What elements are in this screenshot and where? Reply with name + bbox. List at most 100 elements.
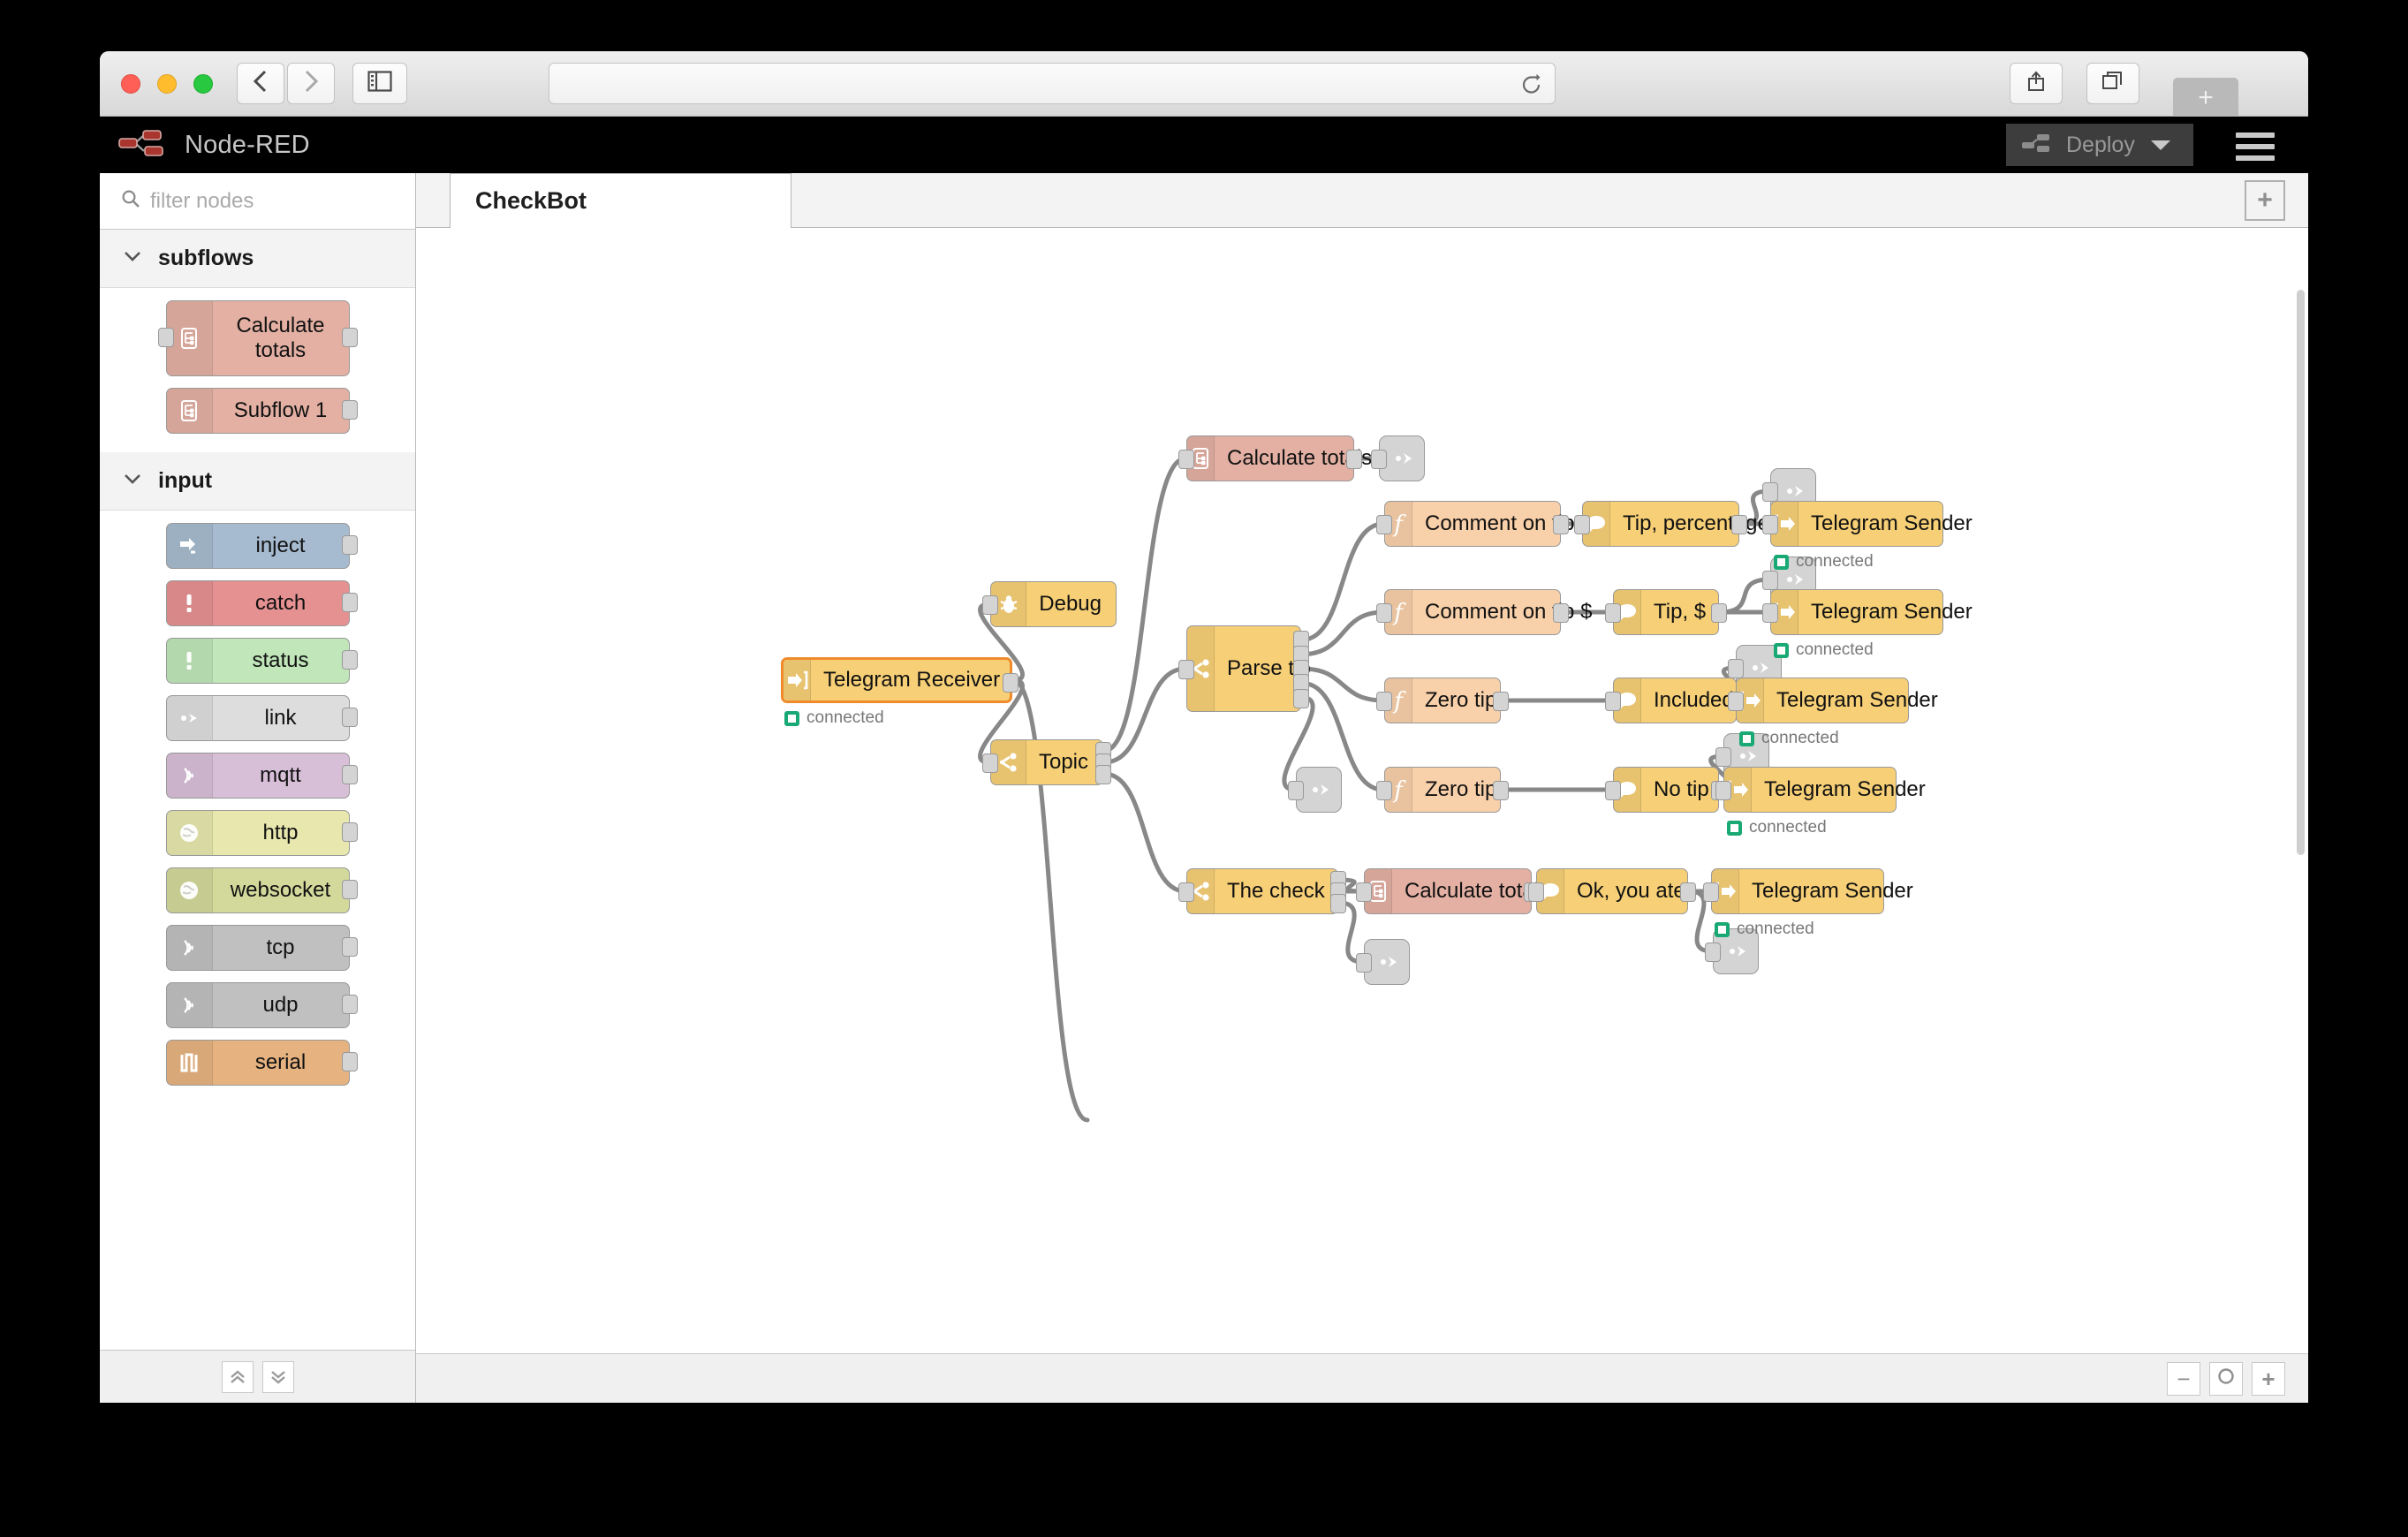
flow-node-parse-tip[interactable]: Parse tip bbox=[1178, 625, 1311, 712]
node-input-port[interactable] bbox=[1762, 571, 1778, 590]
node-output-port-0[interactable] bbox=[1003, 673, 1018, 693]
node-output-port-0[interactable] bbox=[1553, 603, 1569, 623]
maximize-window-button[interactable] bbox=[193, 74, 213, 94]
palette-node-calculate-totals[interactable]: Calculate totals bbox=[157, 300, 358, 376]
node-input-port[interactable] bbox=[1376, 603, 1392, 623]
browser-new-tab-button[interactable]: + bbox=[2173, 78, 2238, 117]
node-input-port[interactable] bbox=[1178, 660, 1194, 679]
palette-node-tcp[interactable]: tcp bbox=[165, 925, 358, 971]
zoom-in-button[interactable]: + bbox=[2252, 1361, 2285, 1396]
close-window-button[interactable] bbox=[121, 74, 140, 94]
flow-node-zero-tip-2[interactable]: f Zero tip bbox=[1376, 767, 1509, 813]
browser-sidebar-button[interactable] bbox=[352, 63, 407, 104]
palette-node-udp[interactable]: udp bbox=[165, 982, 358, 1028]
node-input-port[interactable] bbox=[1356, 882, 1372, 902]
flow-node-debug[interactable]: Debug bbox=[982, 581, 1117, 627]
node-output-port-2[interactable] bbox=[1330, 894, 1346, 913]
node-output-port[interactable] bbox=[341, 535, 358, 555]
node-input-port[interactable] bbox=[1574, 515, 1590, 534]
node-input-port[interactable] bbox=[1728, 692, 1744, 711]
node-input-port[interactable] bbox=[1715, 747, 1731, 767]
node-input-port[interactable] bbox=[1528, 882, 1544, 902]
node-output-port[interactable] bbox=[341, 400, 358, 420]
palette-category-subflows[interactable]: subflows bbox=[100, 230, 415, 288]
search-input-placeholder[interactable]: filter nodes bbox=[150, 189, 254, 214]
flow-node-no-tip[interactable]: No tip bbox=[1605, 767, 1727, 813]
palette-node-status[interactable]: status bbox=[165, 638, 358, 684]
node-input-port[interactable] bbox=[1605, 603, 1621, 623]
tab-checkbot[interactable]: CheckBot bbox=[450, 173, 791, 228]
flow-node-link-out-check[interactable] bbox=[1356, 939, 1410, 985]
palette-node-mqtt[interactable]: mqtt bbox=[165, 753, 358, 799]
flow-node-comment-on-tip-pct[interactable]: f Comment on tip % bbox=[1376, 501, 1599, 547]
node-input-port[interactable] bbox=[1371, 450, 1387, 469]
node-output-port-0[interactable] bbox=[1553, 515, 1569, 534]
node-input-port[interactable] bbox=[982, 595, 998, 615]
expand-all-button[interactable] bbox=[261, 1360, 294, 1393]
node-input-port[interactable] bbox=[1762, 603, 1778, 623]
hamburger-menu-icon[interactable] bbox=[2236, 132, 2275, 167]
flow-node-telegram-sender-3[interactable]: Telegram Sender bbox=[1728, 678, 1938, 723]
node-output-port[interactable] bbox=[341, 650, 358, 670]
palette-node-http[interactable]: http bbox=[165, 810, 358, 856]
node-output-port[interactable] bbox=[341, 593, 358, 612]
node-output-port-4[interactable] bbox=[1293, 688, 1309, 708]
flow-node-link-out-top[interactable] bbox=[1371, 435, 1425, 481]
node-output-port[interactable] bbox=[341, 880, 358, 899]
flow-node-tip-dollar[interactable]: Tip, $ bbox=[1605, 589, 1727, 635]
node-input-port[interactable] bbox=[1703, 882, 1719, 902]
flow-node-ok-you-ate[interactable]: Ok, you ate! bbox=[1528, 868, 1696, 914]
node-input-port[interactable] bbox=[1288, 781, 1304, 800]
node-output-port-0[interactable] bbox=[1680, 882, 1696, 902]
collapse-all-button[interactable] bbox=[221, 1360, 254, 1393]
flow-node-telegram-sender-4[interactable]: Telegram Sender bbox=[1715, 767, 1926, 813]
node-output-port[interactable] bbox=[341, 937, 358, 957]
node-input-port[interactable] bbox=[1356, 953, 1372, 973]
node-output-port[interactable] bbox=[341, 328, 358, 347]
node-input-port[interactable] bbox=[1762, 515, 1778, 534]
flow-node-the-check-is[interactable]: The check is bbox=[1178, 868, 1346, 914]
node-input-port[interactable] bbox=[1728, 659, 1744, 678]
node-output-port-0[interactable] bbox=[1711, 603, 1727, 623]
node-output-port-0[interactable] bbox=[1493, 692, 1509, 711]
browser-back-button[interactable] bbox=[237, 63, 284, 104]
node-output-port[interactable] bbox=[341, 822, 358, 842]
flow-node-telegram-sender-5[interactable]: Telegram Sender bbox=[1703, 868, 1913, 914]
browser-forward-button[interactable] bbox=[287, 63, 335, 104]
flow-node-tip-percentage[interactable]: Tip, percentage bbox=[1574, 501, 1769, 547]
flow-node-calculate-totals-bottom[interactable]: Calculate totals bbox=[1356, 868, 1549, 914]
palette-filter-row[interactable]: filter nodes bbox=[100, 173, 415, 230]
node-output-port-0[interactable] bbox=[1493, 781, 1509, 800]
flow-node-included[interactable]: Included bbox=[1605, 678, 1745, 723]
reload-icon[interactable] bbox=[1521, 73, 1542, 101]
palette-node-inject[interactable]: inject bbox=[165, 523, 358, 569]
node-input-port[interactable] bbox=[1605, 692, 1621, 711]
node-input-port[interactable] bbox=[1178, 450, 1194, 469]
node-output-port[interactable] bbox=[341, 765, 358, 784]
node-input-port[interactable] bbox=[1376, 515, 1392, 534]
palette-node-websocket[interactable]: websocket bbox=[165, 867, 358, 913]
node-output-port-0[interactable] bbox=[1346, 450, 1362, 469]
palette-category-input[interactable]: input bbox=[100, 452, 415, 511]
minimize-window-button[interactable] bbox=[157, 74, 177, 94]
url-input[interactable] bbox=[549, 63, 1556, 104]
node-input-port[interactable] bbox=[1605, 781, 1621, 800]
chevron-down-icon[interactable] bbox=[2150, 140, 2170, 150]
node-input-port[interactable] bbox=[1715, 781, 1731, 800]
flow-node-zero-tip-1[interactable]: f Zero tip bbox=[1376, 678, 1509, 723]
flow-canvas[interactable]: Telegram Receiver connected Debug Topic bbox=[416, 228, 2308, 1353]
add-flow-tab-button[interactable]: + bbox=[2245, 180, 2285, 221]
node-output-port-0[interactable] bbox=[1731, 515, 1747, 534]
palette-node-link[interactable]: link bbox=[165, 695, 358, 741]
flow-node-link-out-parse[interactable] bbox=[1288, 767, 1342, 813]
zoom-reset-button[interactable] bbox=[2209, 1361, 2243, 1396]
palette-node-subflow-1[interactable]: Subflow 1 bbox=[165, 388, 358, 434]
palette-node-catch[interactable]: catch bbox=[165, 580, 358, 626]
canvas-scrollbar-vertical[interactable] bbox=[2297, 290, 2305, 855]
flow-node-calculate-totals-top[interactable]: Calculate totals bbox=[1178, 435, 1372, 481]
node-input-port[interactable] bbox=[1178, 882, 1194, 902]
node-input-port[interactable] bbox=[157, 328, 174, 347]
deploy-button[interactable]: Deploy bbox=[2006, 124, 2193, 166]
node-input-port[interactable] bbox=[982, 753, 998, 773]
node-input-port[interactable] bbox=[1762, 482, 1778, 502]
